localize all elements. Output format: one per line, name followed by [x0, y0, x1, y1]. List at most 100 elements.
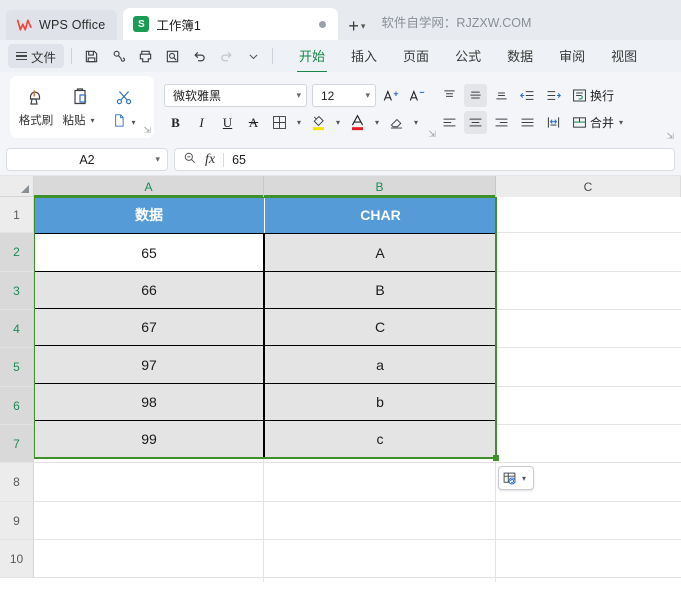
cell-A2[interactable]: 65 [34, 233, 264, 272]
cloud-sync-icon[interactable] [106, 44, 130, 68]
chevron-down-icon[interactable]: ▾ [361, 21, 366, 32]
justify-icon[interactable] [516, 111, 539, 134]
undo-icon[interactable] [187, 44, 211, 68]
chevron-down-icon[interactable]: ▾ [129, 118, 139, 127]
cell-B1[interactable]: CHAR [265, 197, 496, 233]
spreadsheet-grid[interactable]: A B C 1 2 3 4 5 6 7 8 9 10 数据 CHAR 65 A … [0, 176, 681, 582]
redo-icon [214, 44, 238, 68]
chevron-down-icon[interactable]: ▾ [333, 118, 343, 127]
increase-indent-icon[interactable] [542, 84, 565, 107]
search-minus-icon[interactable] [183, 151, 197, 168]
clipboard-dialog-launcher[interactable]: ⇲ [143, 125, 151, 136]
row-header-6[interactable]: 6 [0, 387, 34, 425]
file-menu-button[interactable]: 文件 [8, 44, 65, 68]
document-tab[interactable]: S 工作簿1 [123, 8, 339, 40]
gridline [34, 501, 681, 502]
cell-A3[interactable]: 66 [34, 271, 264, 309]
align-center-icon[interactable] [464, 111, 487, 134]
row-header-3[interactable]: 3 [0, 272, 34, 310]
merge-cells-button[interactable]: 合并 ▾ [568, 111, 629, 134]
chevron-down-icon[interactable]: ▾ [155, 154, 160, 165]
chevron-down-icon[interactable]: ▾ [519, 474, 529, 483]
sheet-cells-area[interactable]: 数据 CHAR 65 A 66 B 67 C 97 a 98 b 99 c ▾ [34, 197, 681, 582]
grow-font-button[interactable] [379, 84, 402, 107]
cell-A5[interactable]: 97 [34, 345, 264, 384]
cell-B2[interactable]: A [264, 233, 496, 272]
chevron-down-icon[interactable]: ▾ [616, 118, 626, 127]
column-header-c[interactable]: C [496, 176, 681, 197]
paste-options-button[interactable]: ▾ [498, 466, 534, 490]
fill-handle[interactable] [493, 455, 499, 461]
strikethrough-button[interactable]: A [242, 111, 265, 134]
align-left-icon[interactable] [438, 111, 461, 134]
bold-button[interactable]: B [164, 111, 187, 134]
column-header-b[interactable]: B [264, 176, 496, 197]
paste-button[interactable]: 粘贴 ▾ [58, 80, 102, 128]
row-header-8[interactable]: 8 [0, 463, 34, 502]
cell-A1[interactable]: 数据 [34, 197, 264, 233]
chevron-down-icon[interactable]: ▾ [411, 118, 421, 127]
copy-label: ▾ [110, 112, 139, 132]
alignment-dialog-launcher[interactable]: ⇲ [666, 131, 674, 142]
row-header-1[interactable]: 1 [0, 197, 34, 233]
text-orientation-icon[interactable] [542, 111, 565, 134]
format-painter-button[interactable]: 格式刷 [14, 80, 58, 128]
new-tab-group[interactable]: + ▾ [348, 17, 365, 35]
align-middle-icon[interactable] [464, 84, 487, 107]
eraser-icon[interactable] [385, 111, 408, 134]
row-header-4[interactable]: 4 [0, 310, 34, 348]
tab-start[interactable]: 开始 [286, 43, 338, 73]
cell-B6[interactable]: b [264, 383, 496, 421]
format-painter-icon [24, 84, 48, 110]
tab-data[interactable]: 数据 [494, 43, 546, 69]
copy-icon[interactable] [110, 112, 127, 132]
row-header-7[interactable]: 7 [0, 425, 34, 463]
chevron-down-icon[interactable]: ▾ [88, 116, 98, 125]
tab-review[interactable]: 审阅 [546, 43, 598, 69]
tab-view[interactable]: 视图 [598, 43, 650, 69]
fill-color-icon[interactable] [307, 111, 330, 134]
align-right-icon[interactable] [490, 111, 513, 134]
underline-button[interactable]: U [216, 111, 239, 134]
chevron-down-icon[interactable]: ▾ [294, 118, 304, 127]
chevron-down-icon[interactable]: ▾ [365, 90, 370, 101]
row-header-2[interactable]: 2 [0, 233, 34, 272]
plus-icon[interactable]: + [348, 17, 359, 35]
borders-icon[interactable] [268, 111, 291, 134]
font-name-combo[interactable]: 微软雅黑 ▾ [164, 84, 307, 107]
wrap-text-button[interactable]: 换行 [568, 84, 617, 107]
save-icon[interactable] [79, 44, 103, 68]
cell-B7[interactable]: c [264, 420, 496, 458]
decrease-indent-icon[interactable] [516, 84, 539, 107]
scissors-icon[interactable] [113, 84, 135, 110]
print-icon[interactable] [133, 44, 157, 68]
print-preview-icon[interactable] [160, 44, 184, 68]
fx-icon[interactable]: fx [205, 152, 215, 168]
shrink-font-button[interactable] [405, 84, 428, 107]
column-header-a[interactable]: A [34, 176, 264, 197]
wps-office-badge[interactable]: WPS Office [6, 10, 118, 40]
cell-B4[interactable]: C [264, 308, 496, 346]
cell-A6[interactable]: 98 [34, 383, 264, 421]
align-bottom-icon[interactable] [490, 84, 513, 107]
chevron-down-icon[interactable]: ▾ [372, 118, 382, 127]
font-color-icon[interactable] [346, 111, 369, 134]
tab-insert[interactable]: 插入 [338, 43, 390, 69]
quick-access-more-icon[interactable] [241, 44, 265, 68]
row-header-10[interactable]: 10 [0, 540, 34, 578]
row-header-5[interactable]: 5 [0, 348, 34, 387]
align-top-icon[interactable] [438, 84, 461, 107]
chevron-down-icon[interactable]: ▾ [296, 90, 301, 101]
italic-button[interactable]: I [190, 111, 213, 134]
font-size-combo[interactable]: 12 ▾ [312, 84, 376, 107]
row-header-9[interactable]: 9 [0, 502, 34, 540]
cell-A4[interactable]: 67 [34, 308, 264, 346]
tab-formula[interactable]: 公式 [442, 43, 494, 69]
tab-page[interactable]: 页面 [390, 43, 442, 69]
cell-A7[interactable]: 99 [34, 420, 264, 458]
select-all-corner[interactable] [0, 176, 34, 197]
cell-B5[interactable]: a [264, 345, 496, 384]
cell-B3[interactable]: B [264, 271, 496, 309]
formula-input[interactable]: fx 65 [174, 148, 675, 171]
name-box[interactable]: A2 ▾ [6, 148, 168, 171]
